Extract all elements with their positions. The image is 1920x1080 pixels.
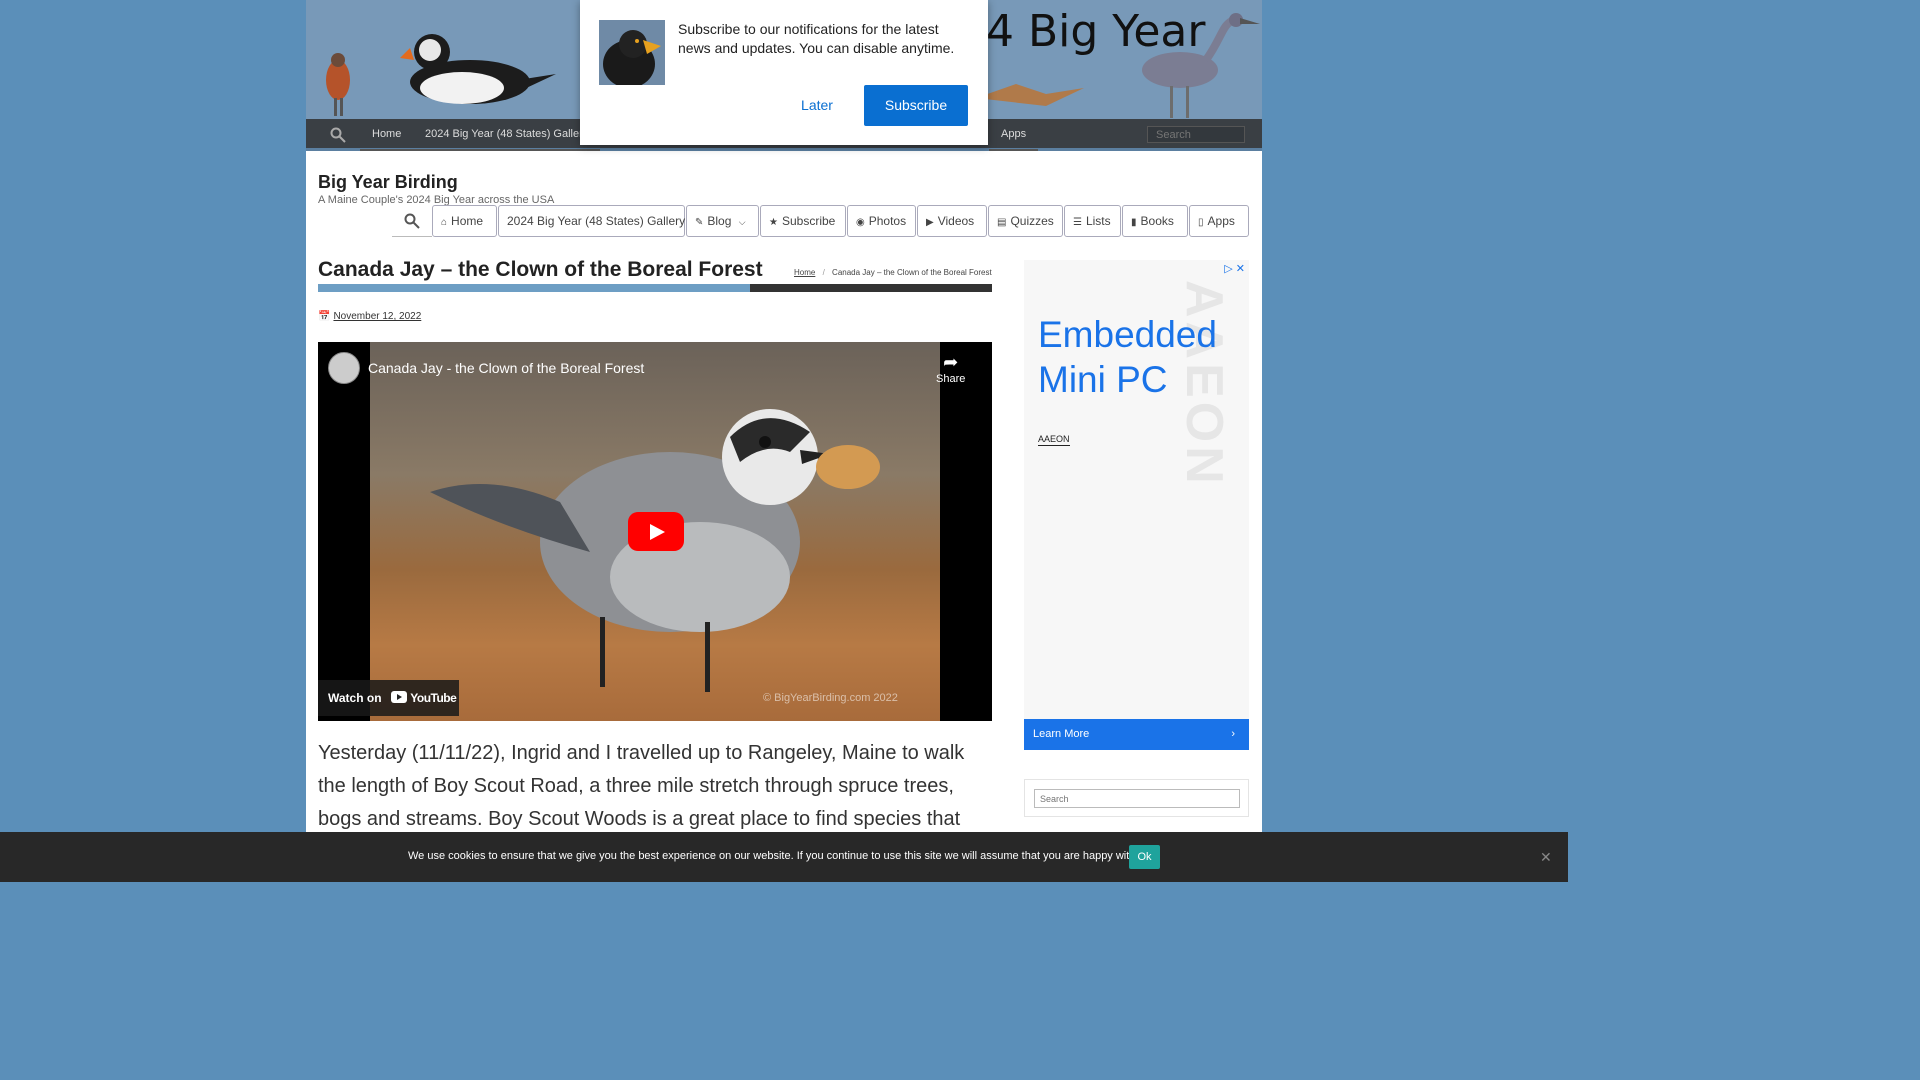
- menu-item-subscribe[interactable]: ★ Subscribe: [760, 205, 846, 237]
- breadcrumb-separator: /: [822, 268, 825, 277]
- puffin-bird-image: [400, 34, 556, 104]
- play-button[interactable]: [628, 512, 684, 551]
- search-icon[interactable]: [330, 127, 346, 143]
- menu-item-apps[interactable]: ▯ Apps: [1189, 205, 1249, 237]
- topnav-item-apps[interactable]: Apps: [989, 119, 1039, 151]
- watch-on-youtube-button[interactable]: Watch on YouTube: [318, 680, 459, 716]
- calendar-icon: 📅: [318, 311, 331, 322]
- robin-bird-image: [326, 53, 350, 116]
- list-icon: ☰: [1073, 217, 1082, 228]
- menu-item-gallery[interactable]: 2024 Big Year (48 States) Gallery: [498, 205, 685, 237]
- close-icon[interactable]: ✕: [1540, 849, 1552, 866]
- menu-item-photos[interactable]: ◉ Photos: [847, 205, 916, 237]
- flying-bird-image: [976, 84, 1084, 106]
- video-title[interactable]: Canada Jay - the Clown of the Boreal For…: [368, 360, 644, 376]
- youtube-embed[interactable]: Canada Jay - the Clown of the Boreal For…: [318, 342, 992, 721]
- menu-item-lists[interactable]: ☰ Lists: [1064, 205, 1121, 237]
- chevron-right-icon: ›: [1231, 728, 1235, 740]
- search-icon: [404, 213, 420, 229]
- breadcrumb-current: Canada Jay – the Clown of the Boreal For…: [832, 268, 992, 277]
- title-underline-accent: [318, 284, 750, 292]
- channel-avatar[interactable]: [328, 352, 360, 384]
- share-icon: ➦: [943, 352, 959, 372]
- cookie-ok-button[interactable]: Ok: [1129, 845, 1160, 869]
- share-button[interactable]: ➦ Share: [936, 352, 965, 385]
- menu-item-quizzes[interactable]: ▤ Quizzes: [988, 205, 1063, 237]
- youtube-logo-icon: [390, 681, 407, 717]
- menu-search-toggle[interactable]: [392, 205, 432, 237]
- site-title[interactable]: Big Year Birding: [318, 172, 458, 193]
- breadcrumb-home-link[interactable]: Home: [794, 268, 815, 277]
- notification-message: Subscribe to our notifications for the l…: [678, 21, 955, 56]
- notification-prompt: Subscribe to our notifications for the l…: [580, 0, 988, 145]
- menu-item-home[interactable]: ⌂ Home: [432, 205, 497, 237]
- book-icon: ▮: [1131, 217, 1137, 228]
- later-button[interactable]: Later: [784, 85, 850, 126]
- ad-brand[interactable]: AAEON: [1038, 434, 1070, 446]
- ad-headline: Embedded Mini PC: [1038, 314, 1217, 400]
- title-underline: [318, 284, 992, 292]
- topnav-search-input[interactable]: [1147, 126, 1245, 143]
- chevron-down-icon: ⌵: [738, 217, 746, 227]
- cookie-notice: We use cookies to ensure that we give yo…: [0, 832, 1568, 882]
- eagle-thumbnail-image: [599, 20, 665, 85]
- home-icon: ⌂: [441, 217, 448, 228]
- phone-icon: ▯: [1198, 217, 1204, 228]
- video-icon: ▶: [926, 217, 934, 228]
- subscribe-button[interactable]: Subscribe: [864, 85, 968, 126]
- camera-icon: ◉: [856, 217, 865, 228]
- adchoices-icon[interactable]: ▷ ✕: [1224, 262, 1245, 275]
- topnav-item-gallery[interactable]: 2024 Big Year (48 States) Gallery: [413, 119, 601, 151]
- star-icon: ★: [769, 217, 778, 228]
- article-title: Canada Jay – the Clown of the Boreal For…: [318, 258, 763, 281]
- sidebar-ad[interactable]: AAEON ▷ ✕ Embedded Mini PC AAEON Learn M…: [1024, 260, 1249, 750]
- menu-item-books[interactable]: ▮ Books: [1122, 205, 1188, 237]
- breadcrumb: Home / Canada Jay – the Clown of the Bor…: [794, 268, 992, 277]
- post-date: 📅 November 12, 2022: [318, 311, 421, 322]
- menu-item-blog[interactable]: ✎ Blog ⌵: [686, 205, 759, 237]
- topnav-item-home[interactable]: Home: [360, 119, 414, 151]
- quiz-icon: ▤: [997, 217, 1007, 228]
- sidebar-search-widget: [1024, 779, 1249, 817]
- blog-icon: ✎: [695, 217, 704, 228]
- post-date-link[interactable]: November 12, 2022: [333, 311, 421, 322]
- heron-bird-image: [1142, 13, 1260, 118]
- sidebar-search-input[interactable]: [1034, 789, 1240, 808]
- ad-learn-more-button[interactable]: Learn More ›: [1024, 719, 1249, 750]
- video-copyright: © BigYearBirding.com 2022: [763, 692, 898, 704]
- cookie-text: We use cookies to ensure that we give yo…: [408, 850, 1148, 862]
- menu-item-videos[interactable]: ▶ Videos: [917, 205, 987, 237]
